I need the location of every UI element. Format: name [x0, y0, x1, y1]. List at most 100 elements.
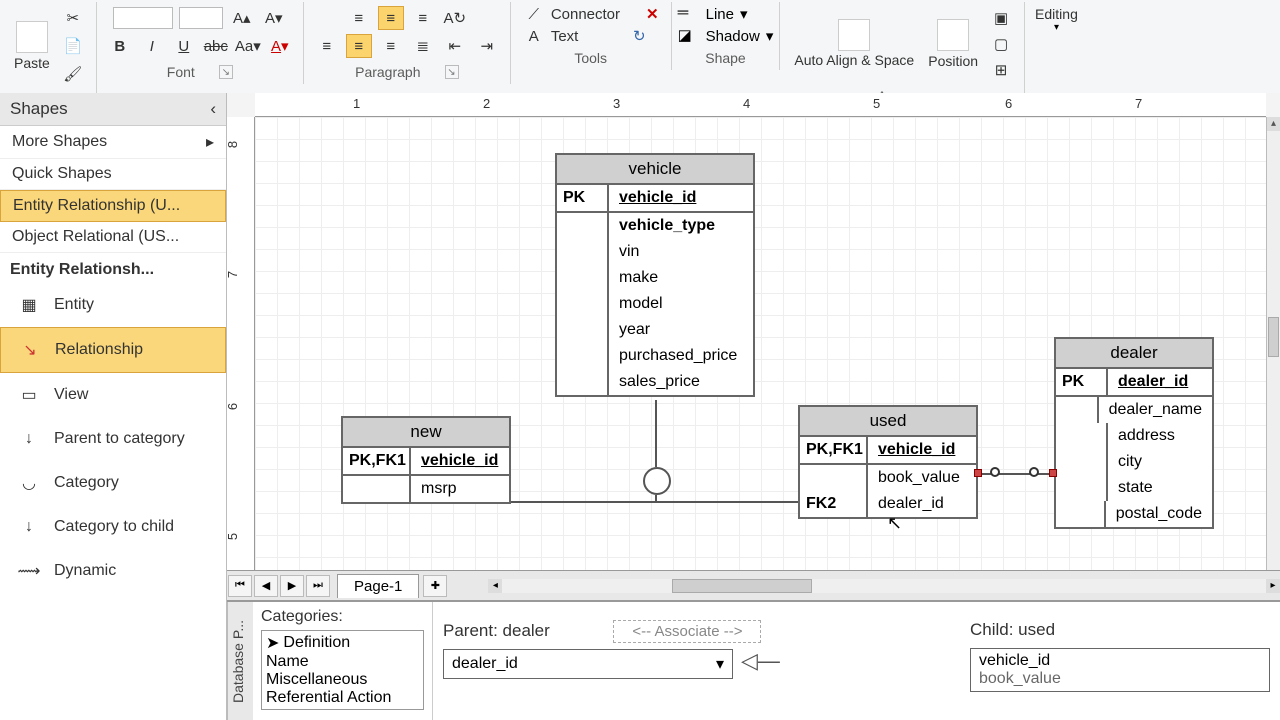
line-button[interactable]: ═Line ▾ [678, 4, 774, 24]
shrink-font-icon[interactable]: A▾ [261, 6, 287, 30]
paste-button[interactable]: Paste [10, 19, 54, 73]
horizontal-scrollbar[interactable]: ◂ ▸ [488, 579, 1280, 593]
entity-used[interactable]: used PK,FK1vehicle_id book_value FK2deal… [798, 405, 978, 519]
hscroll-thumb[interactable] [672, 579, 812, 593]
align-left-icon[interactable]: ≡ [314, 34, 340, 58]
db-properties-tab[interactable]: Database P... [227, 602, 253, 720]
scroll-thumb[interactable] [1268, 317, 1279, 357]
align-top-icon[interactable]: ≡ [346, 6, 372, 30]
shadow-button[interactable]: ◪Shadow ▾ [678, 26, 774, 46]
shape-dynamic[interactable]: ⟿Dynamic [0, 549, 226, 593]
entity-title: new [343, 418, 509, 448]
underline-button[interactable]: U [171, 34, 197, 58]
font-color-button[interactable]: A▾ [267, 34, 293, 58]
orientation-icon[interactable]: A↻ [442, 6, 468, 30]
entity-title: used [800, 407, 976, 437]
font-launcher[interactable]: ↘ [219, 65, 233, 79]
quick-shapes[interactable]: Quick Shapes [0, 159, 226, 190]
next-page-button[interactable]: ▶ [280, 575, 304, 597]
format-painter-icon[interactable]: 🖌 [60, 62, 86, 86]
page-tab[interactable]: Page-1 [337, 574, 419, 598]
shape-view[interactable]: ▭View [0, 373, 226, 417]
child-field[interactable]: book_value [979, 670, 1261, 688]
entity-vehicle[interactable]: vehicle PKvehicle_id vehicle_type vin ma… [555, 153, 755, 397]
drawing-canvas[interactable]: vehicle PKvehicle_id vehicle_type vin ma… [255, 117, 1266, 570]
first-page-button[interactable]: ⏮ [228, 575, 252, 597]
more-shapes[interactable]: More Shapes▸ [0, 126, 226, 159]
align-center-icon[interactable]: ≡ [346, 34, 372, 58]
shapes-panel-header[interactable]: Shapes‹ [0, 93, 226, 126]
shape-parent-category[interactable]: ↓Parent to category [0, 417, 226, 461]
rel-handle-right[interactable] [1049, 469, 1057, 477]
case-button[interactable]: Aa▾ [235, 34, 261, 58]
parent-field-combo[interactable]: dealer_id▾ [443, 649, 733, 679]
bold-button[interactable]: B [107, 34, 133, 58]
shape-relationship[interactable]: ↘Relationship [0, 327, 226, 373]
text-tool[interactable]: AText↻ [523, 26, 659, 46]
category-referential[interactable]: Referential Action [266, 689, 419, 707]
font-name-combo[interactable] [113, 7, 173, 29]
vertical-scrollbar[interactable]: ▴ [1266, 117, 1280, 570]
collapse-icon[interactable]: ‹ [210, 99, 216, 119]
close-icon[interactable]: ✕ [646, 5, 659, 23]
dynamic-icon: ⟿ [14, 559, 44, 583]
connector-tool[interactable]: ⟋Connector✕ [523, 4, 659, 24]
child-section: Child: used vehicle_id book_value [960, 602, 1280, 720]
align-bottom-icon[interactable]: ≡ [410, 6, 436, 30]
last-page-button[interactable]: ⏭ [306, 575, 330, 597]
child-label: Child: used [970, 620, 1270, 640]
stencil-er[interactable]: Entity Relationship (U... [0, 190, 226, 222]
scroll-right-icon[interactable]: ▸ [1266, 579, 1280, 593]
associate-button[interactable]: <-- Associate --> [613, 620, 761, 643]
category-misc[interactable]: Miscellaneous [266, 671, 419, 689]
inheritance-circle[interactable] [643, 467, 671, 495]
category-definition[interactable]: ➤Definition [266, 633, 419, 653]
pointer-icon: ➤ [266, 633, 279, 653]
tools-label: Tools [574, 50, 607, 66]
align-right-icon[interactable]: ≡ [378, 34, 404, 58]
shape-category-child[interactable]: ↓Category to child [0, 505, 226, 549]
child-fields-list[interactable]: vehicle_id book_value [970, 648, 1270, 692]
prev-page-button[interactable]: ◀ [254, 575, 278, 597]
increase-indent-icon[interactable]: ⇥ [474, 34, 500, 58]
rel-handle-left[interactable] [974, 469, 982, 477]
send-back-icon[interactable]: ▢ [988, 32, 1014, 56]
connector-horizontal[interactable] [511, 501, 798, 503]
strike-button[interactable]: abc [203, 34, 229, 58]
categories-label: Categories: [261, 608, 424, 626]
justify-icon[interactable]: ≣ [410, 34, 436, 58]
shape-entity[interactable]: ▦Entity [0, 283, 226, 327]
copy-icon[interactable]: 📄 [60, 34, 86, 58]
grow-font-icon[interactable]: A▴ [229, 6, 255, 30]
group-tools: ⟋Connector✕ AText↻ Tools [511, 2, 672, 70]
shapes-panel: Shapes‹ More Shapes▸ Quick Shapes Entity… [0, 93, 227, 720]
cut-icon[interactable]: ✂ [60, 6, 86, 30]
paragraph-launcher[interactable]: ↘ [445, 65, 459, 79]
connector-vehicle-down[interactable] [655, 400, 657, 467]
editing-button[interactable]: Editing▾ [1031, 4, 1082, 35]
categories-section: Categories: ➤Definition Name Miscellaneo… [253, 602, 433, 720]
group-editing: Editing▾ [1025, 2, 1088, 37]
new-page-button[interactable]: ✚ [423, 575, 447, 597]
refresh-icon[interactable]: ↻ [628, 26, 650, 46]
scroll-left-icon[interactable]: ◂ [488, 579, 502, 593]
font-label: Font [167, 64, 195, 80]
position-button[interactable]: Position [924, 17, 982, 71]
align-middle-icon[interactable]: ≡ [378, 6, 404, 30]
stencil-or[interactable]: Object Relational (US... [0, 222, 226, 253]
font-size-combo[interactable] [179, 7, 223, 29]
rel-crow-left [990, 467, 1000, 477]
italic-button[interactable]: I [139, 34, 165, 58]
scroll-up-icon[interactable]: ▴ [1267, 117, 1280, 131]
entity-new[interactable]: new PK,FK1vehicle_id msrp [341, 416, 511, 504]
categories-list[interactable]: ➤Definition Name Miscellaneous Referenti… [261, 630, 424, 710]
shape-category[interactable]: ◡Category [0, 461, 226, 505]
child-field[interactable]: vehicle_id [979, 652, 1261, 670]
group-icon[interactable]: ⊞ [988, 58, 1014, 82]
decrease-indent-icon[interactable]: ⇤ [442, 34, 468, 58]
entity-dealer[interactable]: dealer PKdealer_id dealer_name address c… [1054, 337, 1214, 529]
category-name[interactable]: Name [266, 653, 419, 671]
paragraph-label: Paragraph [355, 64, 420, 80]
auto-align-button[interactable]: Auto Align & Space [790, 17, 918, 70]
bring-front-icon[interactable]: ▣ [988, 6, 1014, 30]
